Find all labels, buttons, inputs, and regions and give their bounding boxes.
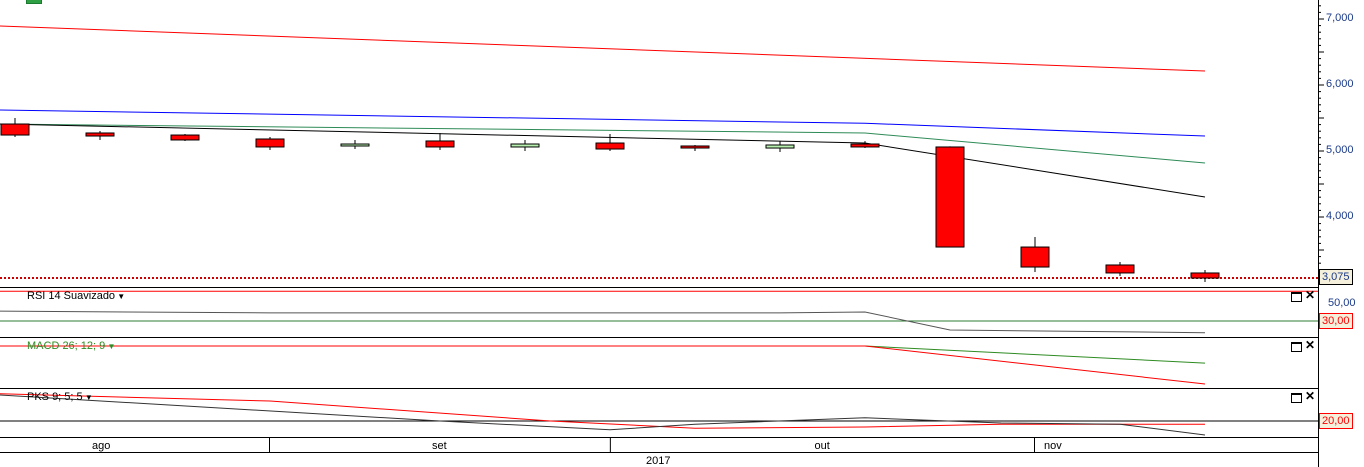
macd-line [0, 345, 1206, 385]
candle-body [1190, 272, 1220, 279]
candle-body [510, 143, 540, 148]
dropdown-arrow-icon[interactable]: ▼ [105, 342, 115, 351]
candle-body [0, 123, 30, 136]
candle-body [170, 134, 200, 141]
month-label: nov [1044, 440, 1062, 452]
month-label: set [432, 440, 447, 452]
price-tick-label: 4,000 [1326, 210, 1354, 222]
macd-title: MACD 26; 12; 9 [27, 340, 106, 352]
candle-body [850, 143, 880, 148]
maximize-panel-icon[interactable] [1291, 292, 1302, 302]
close-panel-icon[interactable]: ✕ [1305, 288, 1315, 302]
candle-body [1105, 264, 1135, 274]
macd-signal-line [0, 345, 1206, 364]
candle-body [255, 138, 285, 148]
candle-body [85, 132, 115, 137]
rsi-panel-title[interactable]: RSI 14 Suavizado ▼ [27, 290, 125, 302]
rsi-line [0, 310, 1206, 334]
macd-panel-title[interactable]: MACD 26; 12; 9 ▼ [27, 340, 115, 352]
candle-body [1020, 246, 1050, 268]
pks-k-line [0, 394, 1206, 436]
candle-body [425, 140, 455, 148]
pks-panel-title[interactable]: PKS 9; 5; 5 ▼ [27, 391, 93, 403]
maximize-panel-icon[interactable] [1291, 342, 1302, 352]
dropdown-arrow-icon[interactable]: ▼ [115, 292, 125, 301]
candle-body [765, 144, 795, 149]
pks-level-box: 20,00 [1319, 413, 1353, 429]
candle-body [340, 143, 370, 147]
price-tick-label: 6,000 [1326, 78, 1354, 90]
candle-body [935, 146, 965, 248]
candle-body [680, 145, 710, 149]
year-label: 2017 [646, 455, 671, 467]
price-tick-label: 5,000 [1326, 144, 1354, 156]
rsi-level-label: 50,00 [1328, 297, 1356, 309]
rsi-title: RSI 14 Suavizado [27, 290, 116, 302]
month-label: ago [92, 440, 111, 452]
close-panel-icon[interactable]: ✕ [1305, 338, 1315, 352]
blue-band-line [0, 109, 1206, 137]
candle-body [595, 142, 625, 150]
last-price-label: 3,075 [1319, 269, 1353, 285]
month-label: out [814, 440, 830, 452]
maximize-panel-icon[interactable] [1291, 393, 1302, 403]
dropdown-arrow-icon[interactable]: ▼ [83, 393, 93, 402]
close-panel-icon[interactable]: ✕ [1305, 389, 1315, 403]
red-band-line [0, 25, 1206, 72]
price-chart[interactable] [0, 0, 1364, 467]
pks-title: PKS 9; 5; 5 [27, 391, 83, 403]
legend-marker-icon [26, 0, 42, 4]
price-tick-label: 7,000 [1326, 12, 1354, 24]
rsi-level-box: 30,00 [1319, 313, 1353, 329]
